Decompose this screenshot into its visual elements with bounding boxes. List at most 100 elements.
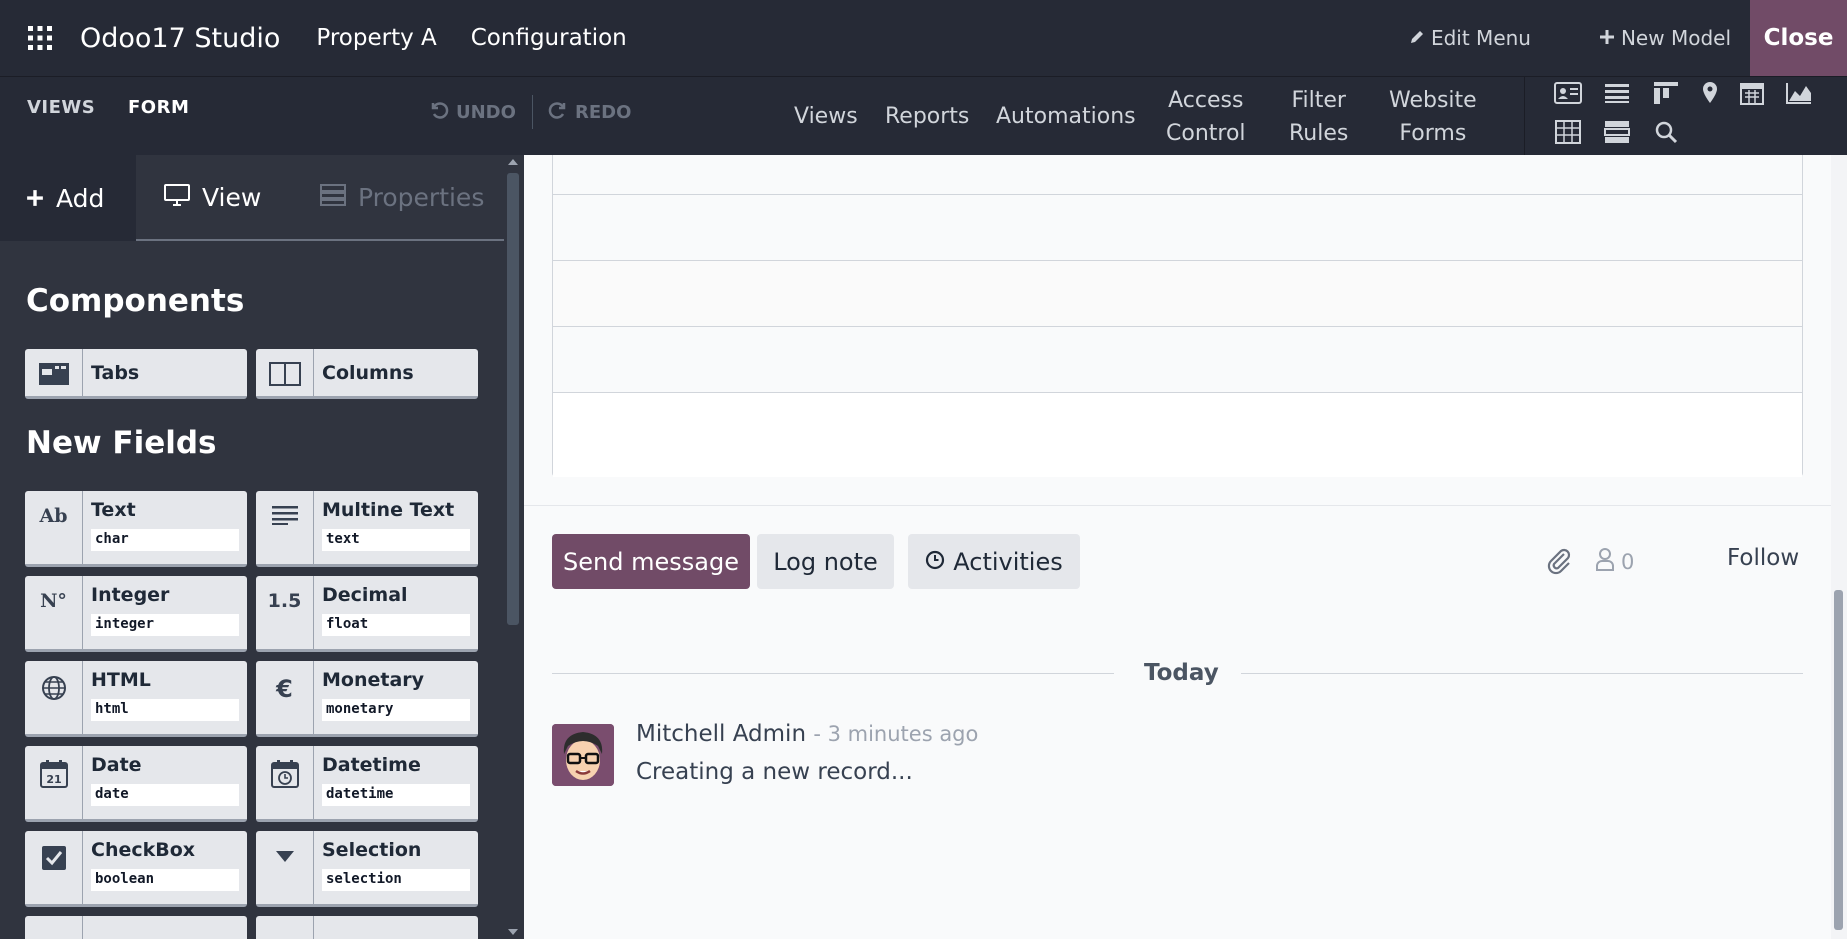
field-type: selection [322,869,470,891]
redo-icon [547,99,569,126]
website-label-1: Website [1389,87,1477,113]
studio-toolbar: VIEWS FORM UNDO REDO Views Reports Autom… [0,76,1847,156]
pivot-view-icon[interactable] [1553,117,1583,147]
activity-view-icon[interactable] [1602,117,1632,147]
field-type: monetary [322,699,470,721]
field-type: float [322,614,470,636]
map-view-icon[interactable] [1695,78,1725,108]
euro-icon: € [256,661,314,734]
form-row[interactable] [553,327,1802,393]
graph-view-icon[interactable] [1784,78,1814,108]
form-row[interactable] [553,155,1802,195]
log-note-button[interactable]: Log note [757,534,894,589]
component-tabs[interactable]: Tabs [25,349,247,399]
activities-button[interactable]: Activities [908,534,1080,589]
field-label: Decimal [322,584,408,606]
undo-icon [428,99,450,126]
field-datetime[interactable]: Datetime datetime [256,746,478,822]
field-type: datetime [322,784,470,806]
menu-views[interactable]: Views [794,77,858,156]
tabs-icon [25,349,83,396]
scroll-thumb[interactable] [507,173,519,625]
send-message-button[interactable]: Send message [552,534,750,589]
paperclip-icon[interactable] [1545,545,1573,579]
breadcrumb-form[interactable]: FORM [128,97,189,118]
menu-automations[interactable]: Automations [996,77,1136,156]
list-view-icon[interactable] [1602,78,1632,108]
undo-label: UNDO [456,102,516,123]
clock-icon [925,548,945,576]
pencil-icon [1409,26,1425,50]
field-selection[interactable]: Selection selection [256,831,478,907]
followers-button[interactable]: 0 [1595,547,1634,576]
undo-button[interactable]: UNDO [428,99,516,126]
search-view-icon[interactable] [1651,117,1681,147]
new-fields-heading: New Fields [26,425,217,461]
redo-label: REDO [575,102,632,123]
new-model-button[interactable]: New Model [1599,26,1731,50]
field-label: Multine Text [322,499,455,521]
field-type: text [322,529,470,551]
activities-label: Activities [953,547,1063,576]
field-lines-partial[interactable] [256,916,478,939]
field-type: html [91,699,239,721]
integer-field-icon: N° [25,576,83,649]
tab-properties[interactable]: Properties [296,155,504,241]
field-date[interactable]: 21 Date date [25,746,247,822]
tab-view-label: View [202,182,262,212]
main-scroll-thumb[interactable] [1834,590,1843,930]
author-name[interactable]: Mitchell Admin [636,721,806,747]
field-decimal[interactable]: 1.5 Decimal float [256,576,478,652]
form-row[interactable] [553,261,1802,327]
date-separator-right [1241,673,1803,674]
field-label: Date [91,754,142,776]
sidebar-scrollbar[interactable] [504,155,524,939]
redo-button[interactable]: REDO [547,99,631,126]
apps-menu-icon[interactable] [0,0,80,76]
edit-menu-button[interactable]: Edit Menu [1409,26,1531,50]
menu-reports[interactable]: Reports [885,77,969,156]
caret-down-icon [256,831,314,904]
tab-properties-label: Properties [358,182,485,212]
tab-view[interactable]: View [136,155,296,241]
menu-access-control[interactable]: Access Control [1166,77,1246,156]
kanban-view-icon[interactable] [1651,78,1681,108]
field-multiline-text[interactable]: Multine Text text [256,491,478,567]
main-scrollbar[interactable] [1831,155,1847,939]
field-text[interactable]: Ab Text char [25,491,247,567]
calendar-view-icon[interactable] [1737,78,1767,108]
form-row[interactable] [553,393,1802,477]
menu-website-forms[interactable]: Website Forms [1389,77,1477,156]
follow-button[interactable]: Follow [1727,545,1799,571]
decimal-field-icon: 1.5 [256,576,314,649]
scroll-up-arrow[interactable] [508,159,518,165]
menu-configuration[interactable]: Configuration [471,25,627,51]
app-title[interactable]: Odoo17 Studio [80,23,280,54]
field-html[interactable]: HTML html [25,661,247,737]
field-label: Integer [91,584,170,606]
plus-icon [26,184,44,213]
field-label: HTML [91,669,151,691]
followers-count: 0 [1621,549,1635,574]
chatter-divider [524,505,1831,506]
menu-property-a[interactable]: Property A [316,25,436,51]
form-row[interactable] [553,195,1802,261]
columns-icon [256,349,314,396]
top-navbar: Odoo17 Studio Property A Configuration E… [0,0,1847,76]
access-label-1: Access [1168,87,1244,113]
component-columns[interactable]: Columns [256,349,478,399]
list-icon [256,916,314,939]
field-monetary[interactable]: € Monetary monetary [256,661,478,737]
menu-filter-rules[interactable]: Filter Rules [1289,77,1348,156]
field-checkbox[interactable]: CheckBox boolean [25,831,247,907]
field-file-partial[interactable] [25,916,247,939]
breadcrumb-views[interactable]: VIEWS [27,97,95,118]
tab-add[interactable]: Add [0,155,136,241]
avatar[interactable] [552,724,614,786]
close-studio-button[interactable]: Close [1750,0,1847,76]
field-integer[interactable]: N° Integer integer [25,576,247,652]
scroll-down-arrow[interactable] [508,929,518,935]
form-view-icon[interactable] [1553,78,1583,108]
message-time: - 3 minutes ago [813,722,979,746]
user-icon [1595,547,1615,576]
